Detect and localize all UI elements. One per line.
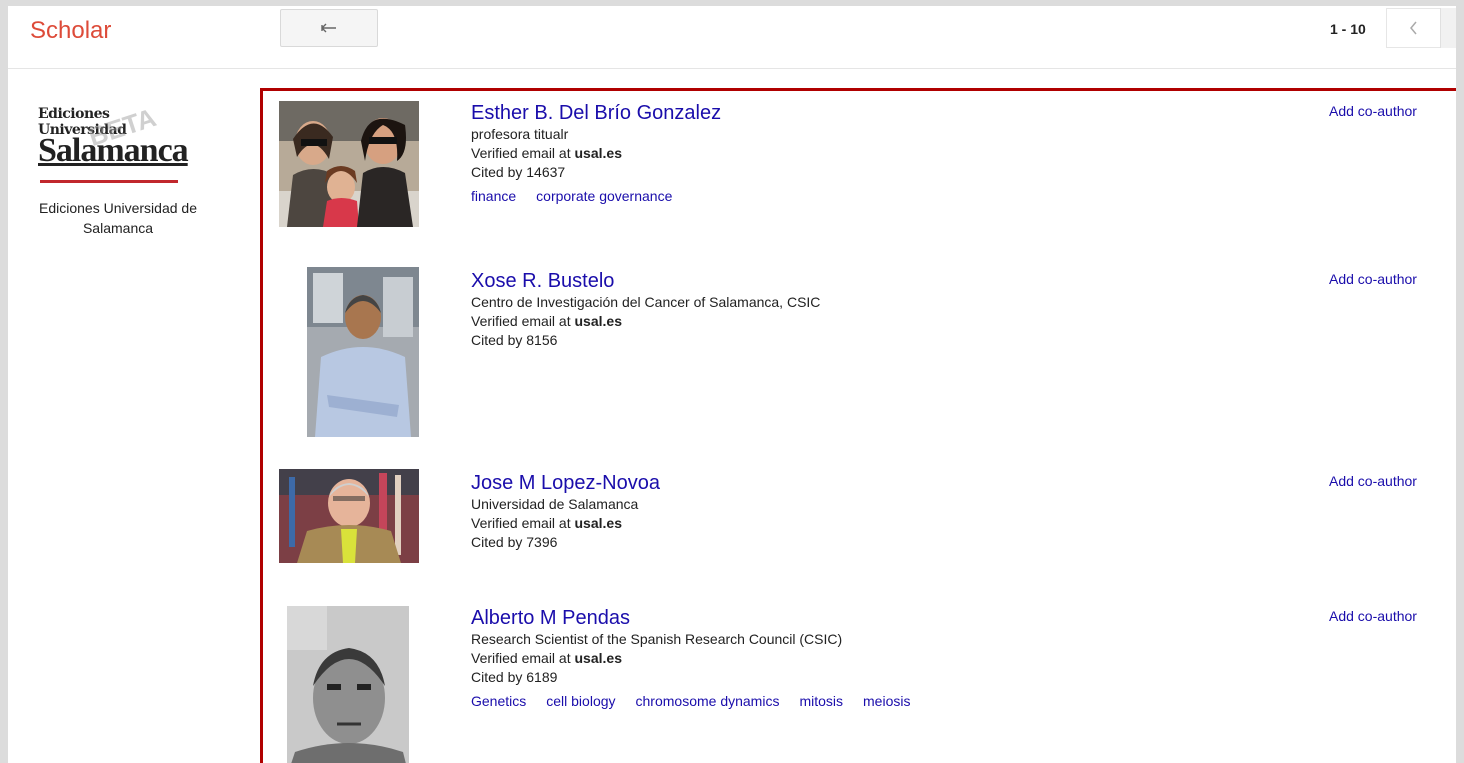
previous-page-button[interactable] <box>1386 8 1440 48</box>
author-name-link[interactable]: Alberto M Pendas <box>471 606 930 630</box>
author-email: Verified email at usal.es <box>471 144 721 163</box>
author-name-link[interactable]: Xose R. Bustelo <box>471 269 820 293</box>
author-name-link[interactable]: Jose M Lopez-Novoa <box>471 471 660 495</box>
author-name-link[interactable]: Esther B. Del Brío Gonzalez <box>471 101 721 125</box>
interest-tag[interactable]: cell biology <box>546 693 615 709</box>
institution-name: Ediciones Universidad de Salamanca <box>39 200 197 236</box>
email-prefix: Verified email at <box>471 650 575 666</box>
author-interests: finance corporate governance <box>471 188 721 204</box>
author-info: Esther B. Del Brío Gonzalez profesora ti… <box>471 101 721 204</box>
author-citations: Cited by 7396 <box>471 534 558 550</box>
interest-tag[interactable]: mitosis <box>799 693 843 709</box>
author-citations: Cited by 14637 <box>471 164 566 180</box>
scholar-page: Scholar 1 - 10 Ediciones Universidad BET… <box>8 6 1456 763</box>
author-affiliation: Research Scientist of the Spanish Resear… <box>471 631 843 647</box>
top-bar: Scholar 1 - 10 <box>8 6 1456 69</box>
email-domain: usal.es <box>574 313 622 329</box>
author-photo-image <box>279 469 419 563</box>
back-arrow-icon <box>321 23 336 33</box>
email-domain: usal.es <box>574 145 622 161</box>
interest-tag[interactable]: Genetics <box>471 693 526 709</box>
email-prefix: Verified email at <box>471 515 575 531</box>
email-prefix: Verified email at <box>471 145 575 161</box>
author-photo-image <box>287 606 409 763</box>
interest-tag[interactable]: meiosis <box>863 693 910 709</box>
author-photo[interactable] <box>307 267 419 437</box>
email-domain: usal.es <box>574 650 622 666</box>
author-affiliation: profesora titualr <box>471 126 569 142</box>
logo-underline <box>40 180 178 183</box>
author-affiliation: Centro de Investigación del Cancer of Sa… <box>471 294 821 310</box>
chevron-left-icon <box>1409 21 1417 35</box>
author-photo-image <box>279 101 419 227</box>
interest-tag[interactable]: corporate governance <box>536 188 672 204</box>
author-interests: Genetics cell biology chromosome dynamics m… <box>471 693 930 709</box>
add-co-author-link[interactable]: Add co-author <box>1329 608 1417 624</box>
author-photo[interactable] <box>279 469 419 563</box>
email-prefix: Verified email at <box>471 313 575 329</box>
author-citations: Cited by 8156 <box>471 332 558 348</box>
next-page-button[interactable] <box>1440 8 1456 48</box>
author-email: Verified email at usal.es <box>471 649 930 668</box>
author-results-list: Esther B. Del Brío Gonzalez profesora ti… <box>260 88 1456 763</box>
author-result: Alberto M Pendas Research Scientist of t… <box>263 596 1456 763</box>
interest-tag[interactable]: chromosome dynamics <box>636 693 780 709</box>
interest-tag[interactable]: finance <box>471 188 516 204</box>
author-affiliation: Universidad de Salamanca <box>471 496 639 512</box>
author-result: Jose M Lopez-Novoa Universidad de Salama… <box>263 461 1456 591</box>
author-info: Xose R. Bustelo Centro de Investigación … <box>471 269 820 350</box>
add-co-author-link[interactable]: Add co-author <box>1329 473 1417 489</box>
pager-range: 1 - 10 <box>1330 21 1366 37</box>
logo-text-main: Salamanca <box>38 132 189 169</box>
back-button[interactable] <box>280 9 378 47</box>
author-citations: Cited by 6189 <box>471 669 558 685</box>
author-photo-image <box>307 267 419 437</box>
scholar-logo[interactable]: Scholar <box>30 17 111 45</box>
author-email: Verified email at usal.es <box>471 514 660 533</box>
author-photo[interactable] <box>279 101 419 227</box>
author-info: Jose M Lopez-Novoa Universidad de Salama… <box>471 471 660 552</box>
institution-logo: Ediciones Universidad BETA Salamanca <box>36 94 189 194</box>
author-email: Verified email at usal.es <box>471 312 820 331</box>
author-info: Alberto M Pendas Research Scientist of t… <box>471 606 930 709</box>
add-co-author-link[interactable]: Add co-author <box>1329 271 1417 287</box>
author-result: Xose R. Bustelo Centro de Investigación … <box>263 259 1456 459</box>
add-co-author-link[interactable]: Add co-author <box>1329 103 1417 119</box>
email-domain: usal.es <box>574 515 622 531</box>
author-photo[interactable] <box>287 606 409 763</box>
author-result: Esther B. Del Brío Gonzalez profesora ti… <box>263 91 1456 261</box>
institution-panel: Ediciones Universidad BETA Salamanca Edi… <box>8 94 228 238</box>
